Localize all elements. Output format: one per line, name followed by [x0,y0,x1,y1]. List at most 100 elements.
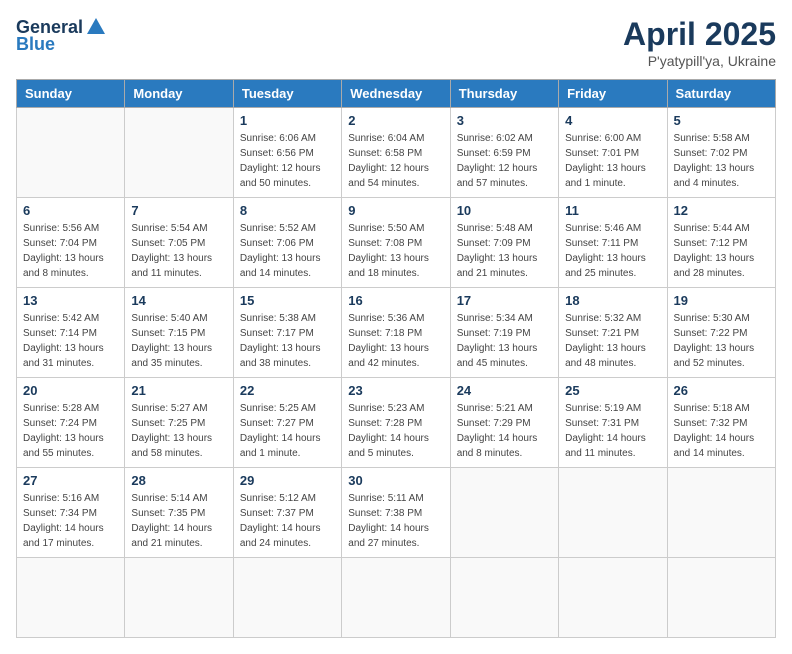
day-number: 9 [348,203,443,218]
day-number: 29 [240,473,335,488]
day-number: 17 [457,293,552,308]
day-number: 18 [565,293,660,308]
day-number: 11 [565,203,660,218]
calendar-week-row: 6 Sunrise: 5:56 AMSunset: 7:04 PMDaylight… [17,198,776,288]
calendar-cell [450,468,558,558]
day-detail: Sunrise: 5:12 AMSunset: 7:37 PMDaylight:… [240,491,335,551]
day-number: 15 [240,293,335,308]
day-number: 27 [23,473,118,488]
logo-blue: Blue [16,34,55,55]
day-detail: Sunrise: 5:23 AMSunset: 7:28 PMDaylight:… [348,401,443,461]
day-number: 13 [23,293,118,308]
day-number: 14 [131,293,226,308]
calendar-cell: 12Sunrise: 5:44 AMSunset: 7:12 PMDayligh… [667,198,775,288]
calendar-cell: 21 Sunrise: 5:27 AMSunset: 7:25 PMDayligh… [125,378,233,468]
calendar-cell: 9 Sunrise: 5:50 AMSunset: 7:08 PMDaylight… [342,198,450,288]
calendar-cell [17,108,125,198]
day-number: 23 [348,383,443,398]
day-detail: Sunrise: 5:11 AMSunset: 7:38 PMDaylight:… [348,491,443,551]
day-number: 20 [23,383,118,398]
day-detail: Sunrise: 5:44 AMSunset: 7:12 PMDaylight:… [674,221,769,281]
day-detail: Sunrise: 5:28 AMSunset: 7:24 PMDaylight:… [23,401,118,461]
calendar-week-row: 1 Sunrise: 6:06 AMSunset: 6:56 PMDaylight… [17,108,776,198]
day-detail: Sunrise: 5:32 AMSunset: 7:21 PMDaylight:… [565,311,660,371]
day-number: 1 [240,113,335,128]
calendar-cell: 17 Sunrise: 5:34 AMSunset: 7:19 PMDayligh… [450,288,558,378]
logo: General Blue [16,16,107,55]
day-detail: Sunrise: 6:04 AMSunset: 6:58 PMDaylight:… [348,131,443,191]
logo-icon [85,16,107,38]
weekday-header: Thursday [450,80,558,108]
day-number: 25 [565,383,660,398]
calendar-cell: 26 Sunrise: 5:18 AMSunset: 7:32 PMDayligh… [667,378,775,468]
day-detail: Sunrise: 5:46 AMSunset: 7:11 PMDaylight:… [565,221,660,281]
day-detail: Sunrise: 6:00 AMSunset: 7:01 PMDaylight:… [565,131,660,191]
day-detail: Sunrise: 5:16 AMSunset: 7:34 PMDaylight:… [23,491,118,551]
calendar-cell [342,558,450,638]
day-number: 28 [131,473,226,488]
day-number: 8 [240,203,335,218]
weekday-header: Wednesday [342,80,450,108]
day-detail: Sunrise: 5:54 AMSunset: 7:05 PMDaylight:… [131,221,226,281]
calendar-cell: 13 Sunrise: 5:42 AMSunset: 7:14 PMDayligh… [17,288,125,378]
calendar-cell: 16Sunrise: 5:36 AMSunset: 7:18 PMDayligh… [342,288,450,378]
calendar-cell [559,558,667,638]
day-number: 21 [131,383,226,398]
day-detail: Sunrise: 5:14 AMSunset: 7:35 PMDaylight:… [131,491,226,551]
day-detail: Sunrise: 5:19 AMSunset: 7:31 PMDaylight:… [565,401,660,461]
day-number: 16 [348,293,443,308]
calendar-cell: 8 Sunrise: 5:52 AMSunset: 7:06 PMDaylight… [233,198,341,288]
page-header: General Blue April 2025 P'yatypill'ya, U… [16,16,776,69]
day-detail: Sunrise: 5:52 AMSunset: 7:06 PMDaylight:… [240,221,335,281]
calendar-cell: 1 Sunrise: 6:06 AMSunset: 6:56 PMDaylight… [233,108,341,198]
day-number: 5 [674,113,769,128]
day-number: 6 [23,203,118,218]
day-number: 2 [348,113,443,128]
day-detail: Sunrise: 5:40 AMSunset: 7:15 PMDaylight:… [131,311,226,371]
title-area: April 2025 P'yatypill'ya, Ukraine [623,16,776,69]
calendar-header-row: SundayMondayTuesdayWednesdayThursdayFrid… [17,80,776,108]
calendar-cell: 25 Sunrise: 5:19 AMSunset: 7:31 PMDayligh… [559,378,667,468]
day-detail: Sunrise: 5:58 AMSunset: 7:02 PMDaylight:… [674,131,769,191]
day-number: 3 [457,113,552,128]
calendar-cell [125,558,233,638]
calendar-cell: 5 Sunrise: 5:58 AMSunset: 7:02 PMDaylight… [667,108,775,198]
calendar-cell: 27 Sunrise: 5:16 AMSunset: 7:34 PMDayligh… [17,468,125,558]
weekday-header: Monday [125,80,233,108]
calendar-cell: 18 Sunrise: 5:32 AMSunset: 7:21 PMDayligh… [559,288,667,378]
calendar-cell: 7 Sunrise: 5:54 AMSunset: 7:05 PMDaylight… [125,198,233,288]
calendar-cell: 19Sunrise: 5:30 AMSunset: 7:22 PMDayligh… [667,288,775,378]
month-year-title: April 2025 [623,16,776,53]
day-number: 30 [348,473,443,488]
calendar-week-row [17,558,776,638]
calendar-cell: 10 Sunrise: 5:48 AMSunset: 7:09 PMDayligh… [450,198,558,288]
weekday-header: Friday [559,80,667,108]
day-detail: Sunrise: 6:02 AMSunset: 6:59 PMDaylight:… [457,131,552,191]
calendar-cell [17,558,125,638]
day-detail: Sunrise: 5:25 AMSunset: 7:27 PMDaylight:… [240,401,335,461]
day-detail: Sunrise: 5:27 AMSunset: 7:25 PMDaylight:… [131,401,226,461]
calendar-cell: 15Sunrise: 5:38 AMSunset: 7:17 PMDayligh… [233,288,341,378]
day-number: 10 [457,203,552,218]
calendar-cell [233,558,341,638]
calendar-week-row: 13 Sunrise: 5:42 AMSunset: 7:14 PMDayligh… [17,288,776,378]
day-detail: Sunrise: 6:06 AMSunset: 6:56 PMDaylight:… [240,131,335,191]
day-number: 22 [240,383,335,398]
calendar-cell: 3 Sunrise: 6:02 AMSunset: 6:59 PMDaylight… [450,108,558,198]
day-detail: Sunrise: 5:34 AMSunset: 7:19 PMDaylight:… [457,311,552,371]
calendar-week-row: 20 Sunrise: 5:28 AMSunset: 7:24 PMDayligh… [17,378,776,468]
day-detail: Sunrise: 5:30 AMSunset: 7:22 PMDaylight:… [674,311,769,371]
calendar-cell [559,468,667,558]
day-detail: Sunrise: 5:48 AMSunset: 7:09 PMDaylight:… [457,221,552,281]
day-number: 26 [674,383,769,398]
day-detail: Sunrise: 5:42 AMSunset: 7:14 PMDaylight:… [23,311,118,371]
calendar-cell [125,108,233,198]
day-number: 7 [131,203,226,218]
day-number: 24 [457,383,552,398]
day-detail: Sunrise: 5:56 AMSunset: 7:04 PMDaylight:… [23,221,118,281]
day-detail: Sunrise: 5:50 AMSunset: 7:08 PMDaylight:… [348,221,443,281]
weekday-header: Tuesday [233,80,341,108]
day-detail: Sunrise: 5:18 AMSunset: 7:32 PMDaylight:… [674,401,769,461]
day-number: 4 [565,113,660,128]
calendar-cell: 24Sunrise: 5:21 AMSunset: 7:29 PMDayligh… [450,378,558,468]
